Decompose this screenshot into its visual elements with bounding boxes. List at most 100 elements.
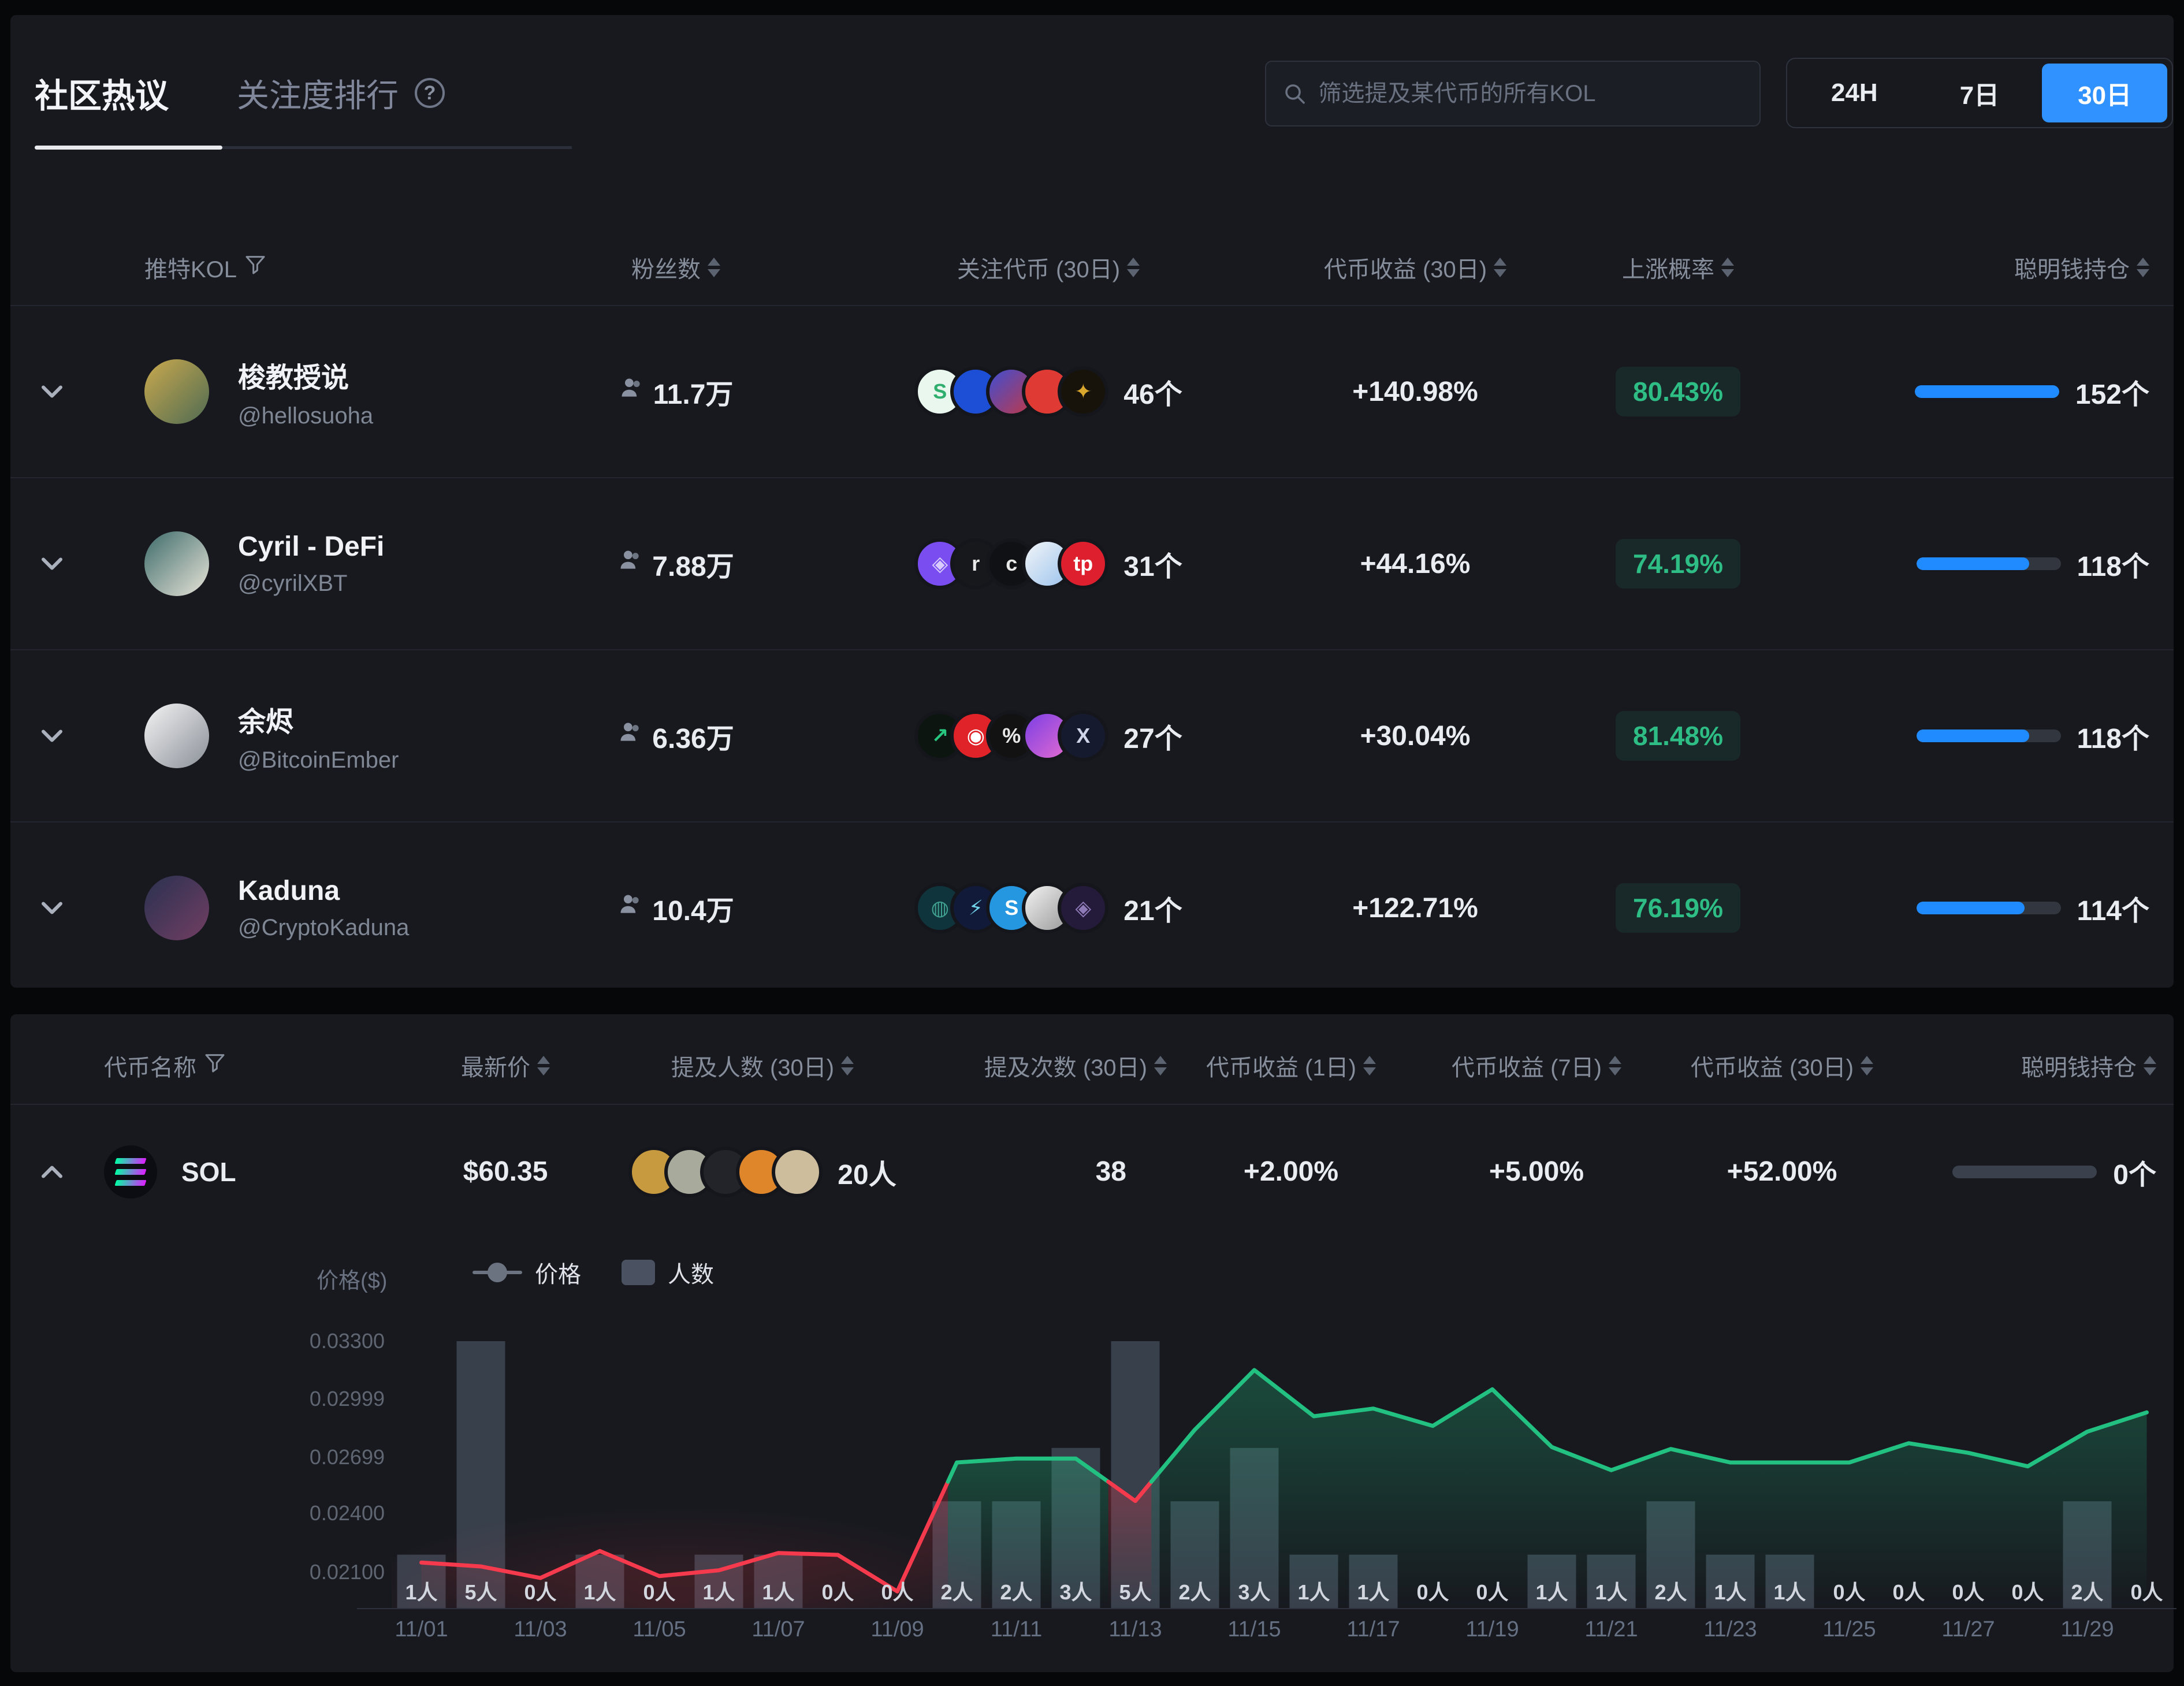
- chevron-up-icon[interactable]: [35, 1155, 69, 1189]
- search-input[interactable]: [1318, 81, 1743, 107]
- followers-cell: 11.7万: [537, 371, 814, 412]
- column-header[interactable]: 聪明钱持仓: [1906, 1049, 2156, 1082]
- kol-search[interactable]: [1265, 61, 1761, 126]
- avatar: [144, 359, 209, 424]
- smart-money-bar-fill: [1917, 730, 2029, 742]
- smart-money-bar: [1917, 557, 2061, 570]
- filter-icon: [203, 1051, 226, 1080]
- followers-icon: [617, 892, 643, 924]
- bar-value-label: 2人: [1165, 1576, 1225, 1606]
- bar-value-label: 1人: [1582, 1576, 1641, 1606]
- token-icon: X: [1058, 710, 1108, 761]
- token-row[interactable]: SOL$60.3520人38+2.00%+5.00%+52.00%0个: [10, 1104, 2174, 1240]
- kol-names: Kaduna @CryptoKaduna: [238, 875, 409, 941]
- chevron-down-icon[interactable]: [35, 891, 69, 925]
- legend-people-label: 人数: [668, 1256, 714, 1289]
- token-icon-stack: ↗◉%X: [914, 710, 1108, 761]
- followers-cell: 6.36万: [537, 716, 814, 756]
- column-header[interactable]: 推特KOL: [144, 251, 537, 284]
- column-header[interactable]: 代币收益 (1日): [1167, 1049, 1415, 1082]
- bar-value-label: 0人: [2117, 1576, 2176, 1606]
- kol-handle[interactable]: @BitcoinEmber: [238, 747, 399, 773]
- bar-value-label: 1人: [1760, 1576, 1820, 1606]
- bar-value-label: 0人: [1998, 1576, 2058, 1606]
- column-header-label: 代币收益 (30日): [1691, 1049, 1854, 1082]
- time-filter-7d[interactable]: 7日: [1917, 64, 2042, 122]
- mentioner-avatar: [772, 1147, 823, 1197]
- chevron-down-icon[interactable]: [35, 546, 69, 581]
- kol-row[interactable]: 梭教授说@hellosuoha11.7万S✦46个+140.98%80.43%1…: [10, 305, 2174, 478]
- mentioners-count: 20人: [838, 1152, 896, 1192]
- column-header[interactable]: 最新价: [410, 1049, 601, 1082]
- kol-handle[interactable]: @hellosuoha: [238, 403, 373, 429]
- smart-money-count: 118个: [2077, 716, 2149, 756]
- chart-canvas: [392, 1330, 2176, 1608]
- divider: [10, 649, 2174, 650]
- winrate-badge: 80.43%: [1616, 367, 1740, 416]
- column-header-label: 上涨概率: [1622, 251, 1714, 284]
- chevron-down-icon[interactable]: [35, 374, 69, 409]
- column-header[interactable]: 粉丝数: [537, 251, 814, 284]
- x-tick-label: 11/03: [481, 1617, 600, 1642]
- help-icon[interactable]: ?: [415, 78, 445, 108]
- sort-icon: [1609, 1056, 1621, 1075]
- kol-name[interactable]: 余烬: [238, 699, 399, 739]
- bar-value-label: 1人: [1284, 1576, 1344, 1606]
- y-tick-label: 0.03300: [258, 1329, 385, 1353]
- smart-money-bar-fill: [1917, 557, 2029, 570]
- kol-name[interactable]: 梭教授说: [238, 355, 373, 395]
- followers-icon: [617, 548, 643, 580]
- followers-value: 11.7万: [653, 371, 734, 412]
- kol-row[interactable]: Cyril - DeFi@cyrilXBT7.88万◈rctp31个+44.16…: [10, 477, 2174, 650]
- kol-cell: 余烬 @BitcoinEmber: [144, 699, 537, 773]
- bar-value-label: 5人: [451, 1576, 511, 1606]
- return-7d-cell: +5.00%: [1415, 1156, 1658, 1188]
- tab-community-hot[interactable]: 社区热议: [35, 69, 169, 117]
- column-header[interactable]: 代币收益 (30日): [1658, 1049, 1906, 1082]
- legend-people[interactable]: 人数: [622, 1256, 714, 1289]
- chevron-down-icon[interactable]: [35, 719, 69, 753]
- column-header-label: 代币收益 (7日): [1452, 1049, 1602, 1082]
- x-tick-label: 11/05: [600, 1617, 719, 1642]
- x-tick-label: 11/15: [1195, 1617, 1314, 1642]
- followers-cell: 10.4万: [537, 888, 814, 928]
- filter-icon: [244, 253, 267, 282]
- smart-money-cell: 118个: [1808, 716, 2149, 756]
- time-filter-30d[interactable]: 30日: [2042, 64, 2167, 122]
- column-header[interactable]: 提及次数 (30日): [924, 1049, 1167, 1082]
- column-header-label: 代币收益 (1日): [1206, 1049, 1356, 1082]
- x-tick-label: 11/29: [2028, 1617, 2147, 1642]
- smart-money-bar: [1952, 1166, 2097, 1178]
- return-30d-cell: +30.04%: [1282, 720, 1548, 752]
- bar-value-label: 0人: [1939, 1576, 1998, 1606]
- time-range-switch: 24H 7日 30日: [1786, 58, 2173, 128]
- bar-value-label: 1人: [392, 1576, 451, 1606]
- tab-attention-ranking[interactable]: 关注度排行: [237, 70, 399, 117]
- kol-handle[interactable]: @CryptoKaduna: [238, 915, 409, 941]
- kol-name[interactable]: Cyril - DeFi: [238, 531, 384, 563]
- column-header-label: 提及人数 (30日): [671, 1049, 834, 1082]
- column-header[interactable]: 关注代币 (30日): [814, 251, 1282, 284]
- column-header[interactable]: 提及人数 (30日): [601, 1049, 924, 1082]
- column-header[interactable]: 上涨概率: [1548, 251, 1808, 284]
- column-header[interactable]: 代币收益 (30日): [1282, 251, 1548, 284]
- column-header[interactable]: 聪明钱持仓: [1808, 251, 2149, 284]
- smart-money-bar-fill: [1917, 902, 2025, 914]
- sort-icon: [708, 258, 720, 277]
- avatar: [144, 704, 209, 768]
- kol-handle[interactable]: @cyrilXBT: [238, 571, 384, 597]
- kol-row[interactable]: 余烬@BitcoinEmber6.36万↗◉%X27个+30.04%81.48%…: [10, 649, 2174, 822]
- column-header[interactable]: 代币名称: [104, 1049, 410, 1082]
- winrate-cell: 74.19%: [1548, 539, 1808, 589]
- return-30d-cell: +52.00%: [1658, 1156, 1906, 1188]
- kol-row[interactable]: Kaduna@CryptoKaduna10.4万◍⚡S◈21个+122.71%7…: [10, 821, 2174, 995]
- kol-name[interactable]: Kaduna: [238, 875, 409, 907]
- column-header-label: 提及次数 (30日): [984, 1049, 1147, 1082]
- sol-icon: [104, 1145, 157, 1199]
- bar-value-label: 2人: [2058, 1576, 2117, 1606]
- token-icon: ◈: [1058, 883, 1108, 933]
- legend-price[interactable]: 价格: [472, 1256, 581, 1289]
- kol-cell: Cyril - DeFi @cyrilXBT: [144, 531, 537, 597]
- time-filter-24h[interactable]: 24H: [1792, 64, 1917, 122]
- column-header[interactable]: 代币收益 (7日): [1415, 1049, 1658, 1082]
